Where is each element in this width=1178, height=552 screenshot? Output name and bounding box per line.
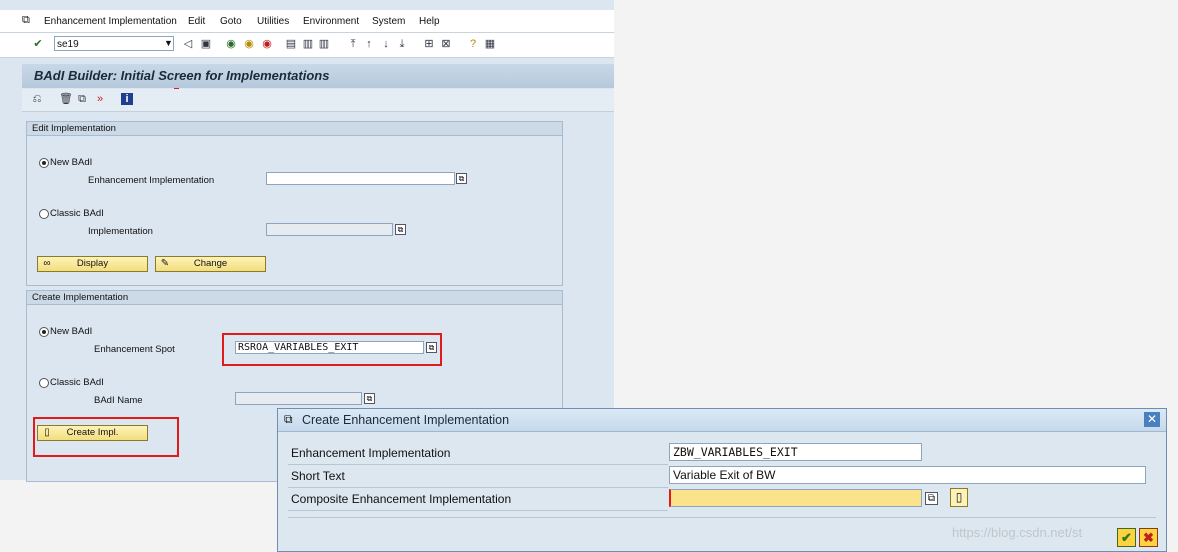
confirm-button[interactable]: ✔ <box>1117 528 1136 547</box>
enhancement-spot-label: Enhancement Spot <box>94 344 175 355</box>
save-icon[interactable]: ▣ <box>200 38 212 50</box>
change-button[interactable]: ✎ Change <box>155 256 266 272</box>
find-next-icon[interactable]: ▥ <box>318 38 330 50</box>
menu-environment[interactable]: Environment <box>303 16 359 27</box>
dialog-footer-divider <box>288 517 1156 518</box>
short-text-input[interactable]: Variable Exit of BW <box>669 466 1146 484</box>
print-icon[interactable]: ▤ <box>285 38 297 50</box>
next-page-icon[interactable]: ↓ <box>380 38 392 50</box>
last-page-icon[interactable]: ⤓ <box>396 38 408 50</box>
rename-icon[interactable]: » <box>94 93 106 105</box>
dialog-title: Create Enhancement Implementation <box>302 413 510 427</box>
screen-title-bar: BAdI Builder: Initial Screen for Impleme… <box>22 64 614 88</box>
edit-classic-badi-label: Classic BAdI <box>50 208 104 219</box>
dialog-title-bar: ⧉ Create Enhancement Implementation ✕ <box>278 409 1166 432</box>
implementation-input[interactable] <box>266 223 393 236</box>
enhancement-implementation-input[interactable] <box>266 172 455 185</box>
command-field[interactable]: se19 <box>54 36 174 51</box>
exit-icon[interactable]: ◉ <box>243 38 255 50</box>
badi-name-label: BAdI Name <box>94 395 143 406</box>
dropdown-arrow-icon[interactable]: ▼ <box>164 38 173 48</box>
new-document-icon[interactable]: ▯ <box>950 488 968 507</box>
enhancement-implementation-label: Enhancement Implementation <box>88 175 215 186</box>
pencil-icon: ✎ <box>160 258 170 269</box>
system-toolbar: ✔ se19 ▼ ◁ ▣ ◉ ◉ ◉ ▤ ▥ ▥ ⤒ ↑ ↓ ⤓ ⊞ ⊠ ? ▦ <box>0 33 614 89</box>
value-help-icon[interactable]: ⧉ <box>925 492 938 505</box>
application-toolbar: ⎌ 🗑 ⧉ » i <box>22 89 614 112</box>
help-icon[interactable]: ? <box>467 38 479 50</box>
popup-enh-impl-input[interactable]: ZBW_VARIABLES_EXIT <box>669 443 922 461</box>
row-divider <box>288 464 668 465</box>
short-text-label: Short Text <box>291 469 345 483</box>
row-divider <box>288 510 668 511</box>
create-classic-badi-label: Classic BAdI <box>50 377 104 388</box>
row-divider <box>288 487 668 488</box>
value-help-icon[interactable]: ⧉ <box>364 393 375 404</box>
dialog-icon: ⧉ <box>284 412 293 426</box>
find-icon[interactable]: ▥ <box>302 38 314 50</box>
display-glasses-icon: ∞ <box>43 258 51 269</box>
edit-classic-badi-radio[interactable] <box>39 209 49 219</box>
info-icon[interactable]: i <box>121 93 133 105</box>
group-title: Edit Implementation <box>27 122 562 136</box>
menu-utilities[interactable]: Utilities <box>257 16 289 27</box>
change-button-label: Change <box>193 258 228 269</box>
back-icon[interactable]: ◉ <box>225 38 237 50</box>
other-object-icon[interactable]: ⎌ <box>31 93 43 105</box>
highlight-enhancement-spot <box>222 333 442 366</box>
badi-name-input[interactable] <box>235 392 362 405</box>
cancel-icon[interactable]: ◉ <box>261 38 273 50</box>
menu-goto[interactable]: Goto <box>220 16 242 27</box>
layout-menu-icon[interactable]: ▦ <box>484 38 496 50</box>
menu-help[interactable]: Help <box>419 16 440 27</box>
shortcut-icon[interactable]: ⊠ <box>440 38 452 50</box>
create-classic-badi-radio[interactable] <box>39 378 49 388</box>
highlight-create-impl <box>33 417 179 457</box>
close-icon[interactable]: ✕ <box>1144 412 1160 427</box>
group-title: Create Implementation <box>27 291 562 305</box>
cancel-button[interactable]: ✖ <box>1139 528 1158 547</box>
new-session-icon[interactable]: ⊞ <box>423 38 435 50</box>
edit-new-badi-label: New BAdI <box>50 157 93 168</box>
menu-system[interactable]: System <box>372 16 405 27</box>
back-arrow-icon[interactable]: ◁ <box>182 38 194 50</box>
watermark: https://blog.csdn.net/st <box>952 525 1083 540</box>
copy-icon[interactable]: ⧉ <box>76 93 88 105</box>
enter-check-icon[interactable]: ✔ <box>32 38 44 50</box>
menu-enhancement-implementation[interactable]: Enhancement Implementation <box>44 16 177 27</box>
composite-enh-impl-input[interactable] <box>669 489 922 507</box>
implementation-label: Implementation <box>88 226 153 237</box>
create-new-badi-radio[interactable] <box>39 327 49 337</box>
popup-enh-impl-label: Enhancement Implementation <box>291 446 451 460</box>
menu-bar: ⧉ Enhancement Implementation Edit Goto U… <box>0 10 614 33</box>
previous-page-icon[interactable]: ↑ <box>363 38 375 50</box>
display-button-label: Display <box>76 258 109 269</box>
edit-new-badi-radio[interactable] <box>39 158 49 168</box>
display-button[interactable]: ∞ Display <box>37 256 148 272</box>
delete-icon[interactable]: 🗑 <box>59 93 73 105</box>
page-title: BAdI Builder: Initial Screen for Impleme… <box>34 68 330 83</box>
first-page-icon[interactable]: ⤒ <box>347 38 359 50</box>
value-help-icon[interactable]: ⧉ <box>456 173 467 184</box>
composite-enh-impl-label: Composite Enhancement Implementation <box>291 492 512 506</box>
value-help-icon[interactable]: ⧉ <box>395 224 406 235</box>
menu-icon[interactable]: ⧉ <box>22 14 30 27</box>
menu-edit[interactable]: Edit <box>188 16 205 27</box>
create-new-badi-label: New BAdI <box>50 326 93 337</box>
